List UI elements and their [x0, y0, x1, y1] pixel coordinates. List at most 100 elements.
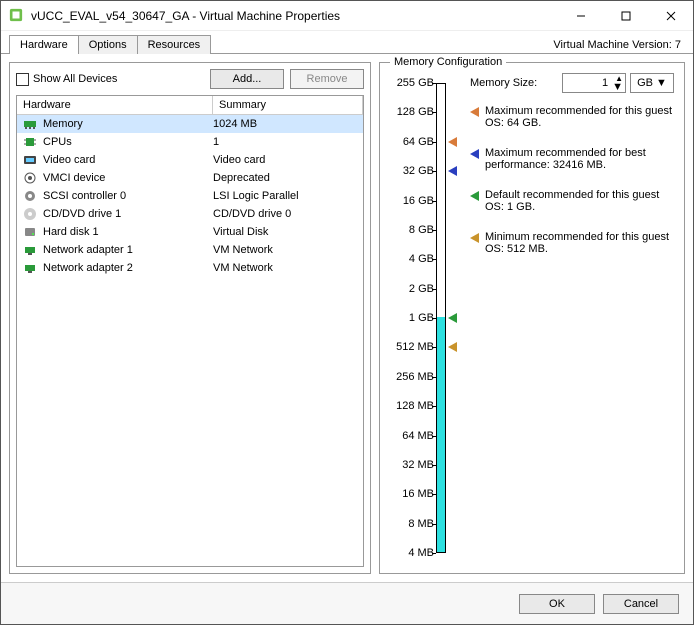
show-all-devices-checkbox[interactable]: Show All Devices — [16, 73, 204, 86]
tick-mark — [432, 524, 436, 525]
hardware-table-header: Hardware Summary — [17, 96, 363, 115]
tick-mark — [432, 83, 436, 84]
table-row[interactable]: CPUs1 — [17, 133, 363, 151]
memory-scale: 255 GB128 GB64 GB32 GB16 GB8 GB4 GB2 GB1… — [390, 81, 460, 563]
hardware-summary: LSI Logic Parallel — [213, 190, 359, 202]
memory-tick-label: 16 MB — [402, 488, 434, 500]
hardware-name: Network adapter 1 — [39, 244, 213, 256]
chevron-down-icon: ▼ — [656, 77, 667, 89]
memory-marker — [448, 342, 457, 352]
tab-hardware[interactable]: Hardware — [9, 35, 79, 54]
memory-size-row: Memory Size: 1 ▲▼ GB ▼ — [470, 73, 674, 93]
memory-marker — [448, 313, 457, 323]
memory-tick-label: 64 GB — [403, 136, 434, 148]
memory-note: Minimum recommended for this guest OS: 5… — [470, 231, 674, 255]
hardware-summary: 1024 MB — [213, 118, 359, 130]
nic-icon — [21, 243, 39, 257]
tick-mark — [432, 406, 436, 407]
table-row[interactable]: SCSI controller 0LSI Logic Parallel — [17, 187, 363, 205]
hardware-name: CD/DVD drive 1 — [39, 208, 213, 220]
note-text: Minimum recommended for this guest OS: 5… — [485, 231, 674, 255]
tick-mark — [432, 553, 436, 554]
hardware-summary: Deprecated — [213, 172, 359, 184]
memory-tick-label: 32 MB — [402, 459, 434, 471]
memory-legend: Memory Configuration — [390, 56, 506, 68]
table-row[interactable]: Network adapter 2VM Network — [17, 259, 363, 277]
tick-mark — [432, 318, 436, 319]
titlebar: vUCC_EVAL_v54_30647_GA - Virtual Machine… — [1, 1, 693, 31]
maximize-button[interactable] — [603, 1, 648, 30]
memory-tick-label: 128 MB — [396, 400, 434, 412]
nic-icon — [21, 261, 39, 275]
minimize-button[interactable] — [558, 1, 603, 30]
memory-tick-label: 4 MB — [408, 547, 434, 559]
table-row[interactable]: VMCI deviceDeprecated — [17, 169, 363, 187]
memory-marker — [448, 166, 457, 176]
table-row[interactable]: Memory1024 MB — [17, 115, 363, 133]
hardware-table-body: Memory1024 MBCPUs1Video cardVideo cardVM… — [17, 115, 363, 566]
memory-tick-label: 2 GB — [409, 283, 434, 295]
spinner-icon[interactable]: ▲▼ — [612, 75, 623, 91]
tick-mark — [432, 112, 436, 113]
add-button[interactable]: Add... — [210, 69, 284, 89]
hardware-summary: CD/DVD drive 0 — [213, 208, 359, 220]
memory-size-label: Memory Size: — [470, 77, 537, 89]
hardware-summary: Virtual Disk — [213, 226, 359, 238]
hardware-summary: Video card — [213, 154, 359, 166]
tabs: HardwareOptionsResources — [9, 35, 210, 54]
memory-size-value: 1 — [602, 77, 608, 89]
table-row[interactable]: CD/DVD drive 1CD/DVD drive 0 — [17, 205, 363, 223]
memory-unit-value: GB — [637, 77, 653, 89]
tab-resources[interactable]: Resources — [137, 35, 212, 54]
dialog-footer: OK Cancel — [1, 582, 693, 624]
window-buttons — [558, 1, 693, 30]
memory-tick-label: 64 MB — [402, 430, 434, 442]
memory-note: Maximum recommended for this guest OS: 6… — [470, 105, 674, 129]
tick-mark — [432, 465, 436, 466]
tab-options[interactable]: Options — [78, 35, 138, 54]
memory-config-panel: Memory Configuration 255 GB128 GB64 GB32… — [379, 62, 685, 574]
triangle-icon — [470, 191, 479, 201]
note-text: Default recommended for this guest OS: 1… — [485, 189, 674, 213]
tick-mark — [432, 259, 436, 260]
memory-fill — [437, 317, 445, 552]
hardware-name: VMCI device — [39, 172, 213, 184]
window-title: vUCC_EVAL_v54_30647_GA - Virtual Machine… — [31, 9, 558, 23]
memory-tick-label: 8 GB — [409, 224, 434, 236]
close-button[interactable] — [648, 1, 693, 30]
tick-mark — [432, 201, 436, 202]
tabs-row: HardwareOptionsResources Virtual Machine… — [1, 31, 693, 54]
memory-tick-label: 256 MB — [396, 371, 434, 383]
ok-button[interactable]: OK — [519, 594, 595, 614]
memory-tick-label: 1 GB — [409, 312, 434, 324]
memory-tick-label: 32 GB — [403, 165, 434, 177]
memory-marker — [448, 137, 457, 147]
video-icon — [21, 153, 39, 167]
tick-mark — [432, 142, 436, 143]
triangle-icon — [470, 149, 479, 159]
memory-unit-select[interactable]: GB ▼ — [630, 73, 674, 93]
memory-size-input[interactable]: 1 ▲▼ — [562, 73, 626, 93]
hardware-name: SCSI controller 0 — [39, 190, 213, 202]
table-row[interactable]: Network adapter 1VM Network — [17, 241, 363, 259]
table-row[interactable]: Video cardVideo card — [17, 151, 363, 169]
hardware-table: Hardware Summary Memory1024 MBCPUs1Video… — [16, 95, 364, 567]
app-icon — [9, 8, 25, 24]
memory-notes: Maximum recommended for this guest OS: 6… — [470, 105, 674, 255]
vm-version-label: Virtual Machine Version: 7 — [553, 39, 685, 51]
tick-mark — [432, 377, 436, 378]
hardware-name: Network adapter 2 — [39, 262, 213, 274]
memory-scale-bar[interactable] — [436, 83, 446, 553]
col-hardware[interactable]: Hardware — [17, 96, 213, 114]
tick-mark — [432, 289, 436, 290]
memory-note: Default recommended for this guest OS: 1… — [470, 189, 674, 213]
hardware-name: Video card — [39, 154, 213, 166]
hardware-panel: Show All Devices Add... Remove Hardware … — [9, 62, 371, 574]
tick-mark — [432, 436, 436, 437]
col-summary[interactable]: Summary — [213, 96, 363, 114]
cancel-button[interactable]: Cancel — [603, 594, 679, 614]
triangle-icon — [470, 233, 479, 243]
memory-icon — [21, 117, 39, 131]
tick-mark — [432, 347, 436, 348]
table-row[interactable]: Hard disk 1Virtual Disk — [17, 223, 363, 241]
